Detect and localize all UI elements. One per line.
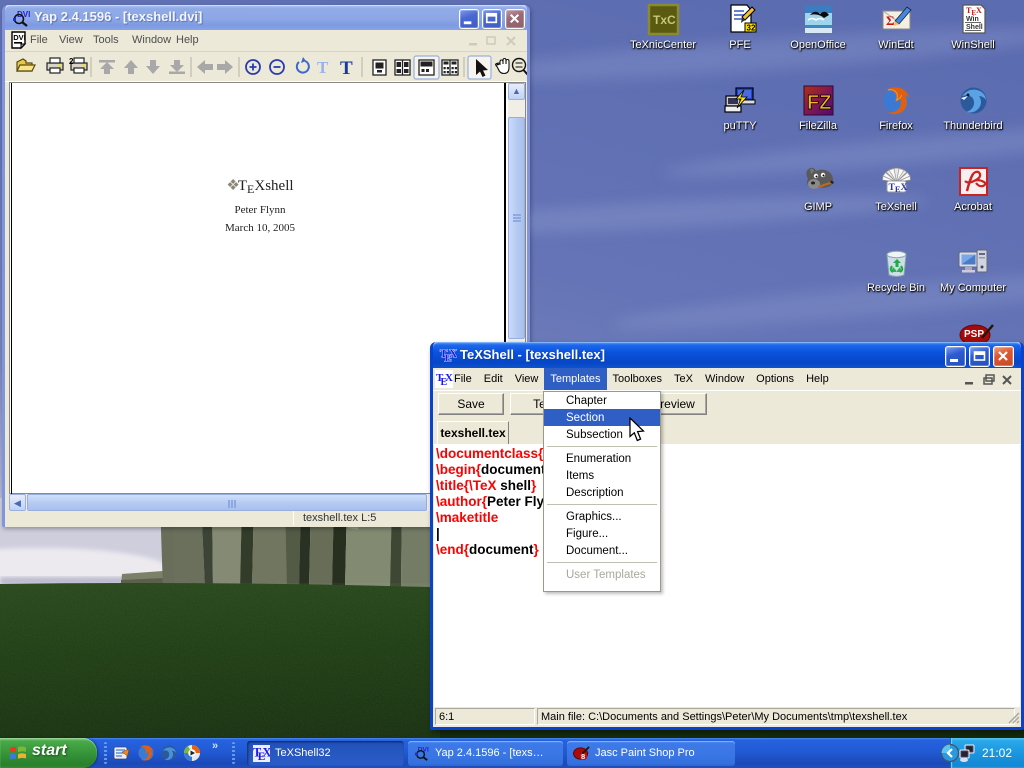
svg-text:X: X	[262, 745, 270, 759]
svg-text:TxC: TxC	[653, 13, 676, 27]
svg-text:2: 2	[69, 57, 74, 66]
svg-text:T: T	[317, 58, 329, 77]
svg-text:FZ: FZ	[807, 92, 831, 114]
svg-text:X: X	[449, 348, 457, 360]
svg-text:TEX: TEX	[888, 183, 907, 194]
svg-text:Shell: Shell	[966, 24, 983, 31]
svg-text:PSP: PSP	[964, 329, 984, 340]
svg-text:32: 32	[746, 24, 755, 33]
svg-text:Σ: Σ	[886, 13, 895, 28]
svg-text:T: T	[340, 58, 353, 79]
svg-text:DVI: DVI	[13, 33, 26, 42]
svg-text:Win: Win	[966, 16, 979, 23]
